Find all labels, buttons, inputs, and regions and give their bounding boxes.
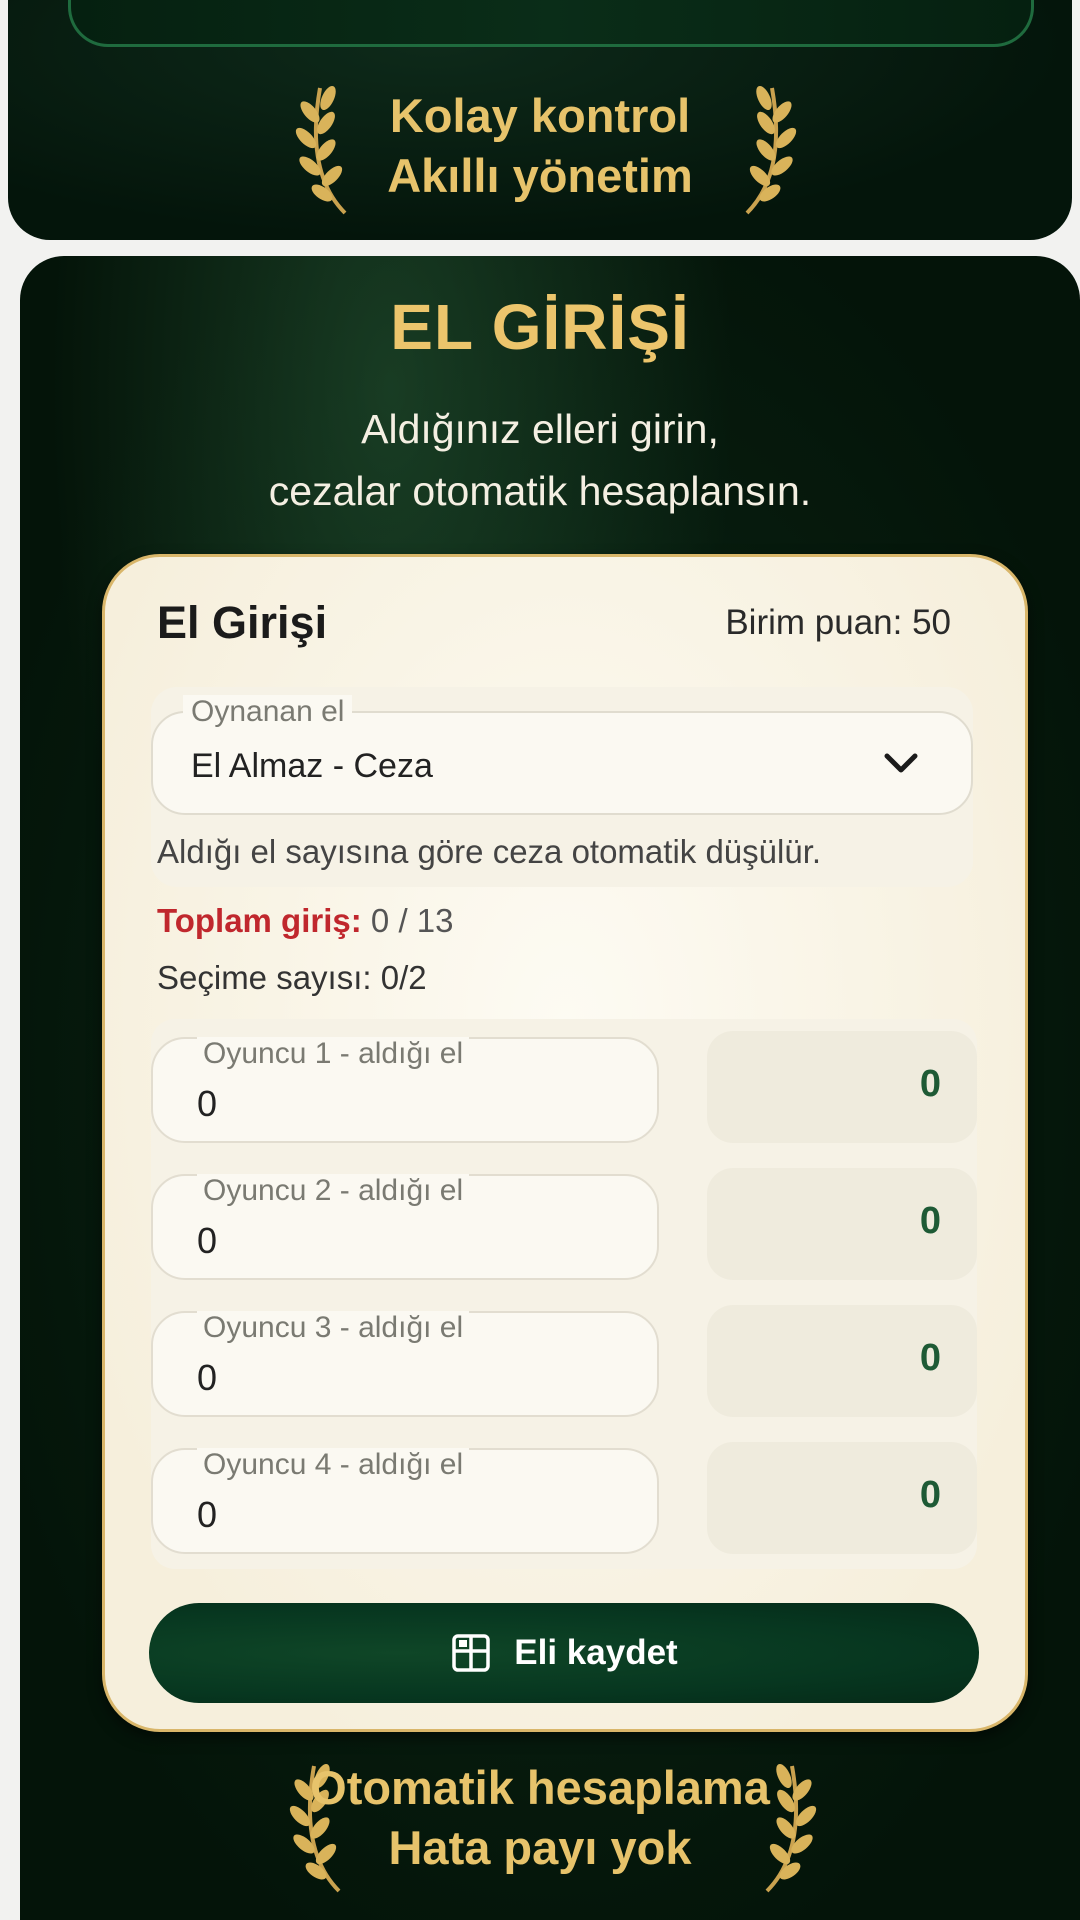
player-2-input[interactable]: Oyuncu 2 - aldığı el 0: [151, 1174, 659, 1280]
unit-points: Birim puan: 50: [725, 603, 951, 642]
panel-subtitle: Aldığınız elleri girin, cezalar otomatik…: [0, 398, 1080, 522]
player-row-1: Oyuncu 1 - aldığı el 0 0: [151, 1031, 977, 1147]
bottom-slogan: Otomatik hesaplama Hata payı yok: [0, 1758, 1080, 1878]
selection-count: Seçime sayısı: 0/2: [157, 959, 427, 997]
player-1-penalty-value: 0: [919, 1063, 941, 1105]
played-hand-legend: Oynanan el: [183, 695, 353, 729]
player-row-4: Oyuncu 4 - aldığı el 0 0: [151, 1442, 977, 1558]
selection-count-value: 0/2: [380, 959, 427, 996]
played-hand-section: Oynanan el El Almaz - Ceza Aldığı el say…: [151, 687, 973, 887]
top-slogan-line2: Akıllı yönetim: [387, 149, 693, 202]
player-2-penalty-value: 0: [919, 1200, 941, 1242]
panel-subtitle-line2: cezalar otomatik hesaplansın.: [268, 468, 812, 514]
bottom-slogan-line2: Hata payı yok: [388, 1821, 692, 1874]
panel-subtitle-line1: Aldığınız elleri girin,: [361, 406, 719, 452]
player-2-value: 0: [197, 1220, 218, 1261]
top-slogan: Kolay kontrol Akıllı yönetim: [0, 86, 1080, 206]
top-device-frame: [68, 0, 1034, 47]
player-4-penalty-value: 0: [919, 1474, 941, 1516]
chevron-down-icon[interactable]: [881, 749, 921, 777]
player-4-input[interactable]: Oyuncu 4 - aldığı el 0: [151, 1448, 659, 1554]
player-4-penalty: 0: [707, 1442, 977, 1554]
save-hand-button[interactable]: Eli kaydet: [149, 1603, 979, 1703]
player-4-label: Oyuncu 4 - aldığı el: [197, 1448, 470, 1482]
players-list: Oyuncu 1 - aldığı el 0 0 Oyuncu 2 - aldı…: [151, 1019, 977, 1569]
player-row-3: Oyuncu 3 - aldığı el 0 0: [151, 1305, 977, 1421]
total-entry: Toplam giriş: 0 / 13: [157, 902, 454, 940]
player-1-value: 0: [197, 1083, 218, 1124]
card-title: El Girişi: [157, 597, 328, 648]
player-row-2: Oyuncu 2 - aldığı el 0 0: [151, 1168, 977, 1284]
player-3-label: Oyuncu 3 - aldığı el: [197, 1311, 470, 1345]
hand-entry-card: El Girişi Birim puan: 50 Oynanan el El A…: [102, 554, 1028, 1732]
selection-count-label: Seçime sayısı:: [157, 959, 372, 996]
player-1-label: Oyuncu 1 - aldığı el: [197, 1037, 470, 1071]
player-2-label: Oyuncu 2 - aldığı el: [197, 1174, 470, 1208]
played-hand-value: El Almaz - Ceza: [191, 747, 433, 785]
player-3-value: 0: [197, 1357, 218, 1398]
save-hand-label: Eli kaydet: [514, 1633, 678, 1672]
player-1-penalty: 0: [707, 1031, 977, 1143]
save-grid-icon: [452, 1634, 491, 1672]
total-entry-label: Toplam giriş:: [157, 902, 362, 939]
player-3-input[interactable]: Oyuncu 3 - aldığı el 0: [151, 1311, 659, 1417]
played-hand-help: Aldığı el sayısına göre ceza otomatik dü…: [157, 833, 822, 870]
panel-title: EL GİRİŞİ: [390, 291, 690, 363]
top-slogan-line1: Kolay kontrol: [389, 89, 691, 142]
player-4-value: 0: [197, 1494, 218, 1535]
player-2-penalty: 0: [707, 1168, 977, 1280]
played-hand-select[interactable]: Oynanan el El Almaz - Ceza: [151, 695, 973, 815]
player-1-input[interactable]: Oyuncu 1 - aldığı el 0: [151, 1037, 659, 1143]
player-3-penalty-value: 0: [919, 1337, 941, 1379]
bottom-slogan-line1: Otomatik hesaplama: [310, 1761, 770, 1814]
total-entry-value: 0 / 13: [370, 902, 454, 939]
player-3-penalty: 0: [707, 1305, 977, 1417]
